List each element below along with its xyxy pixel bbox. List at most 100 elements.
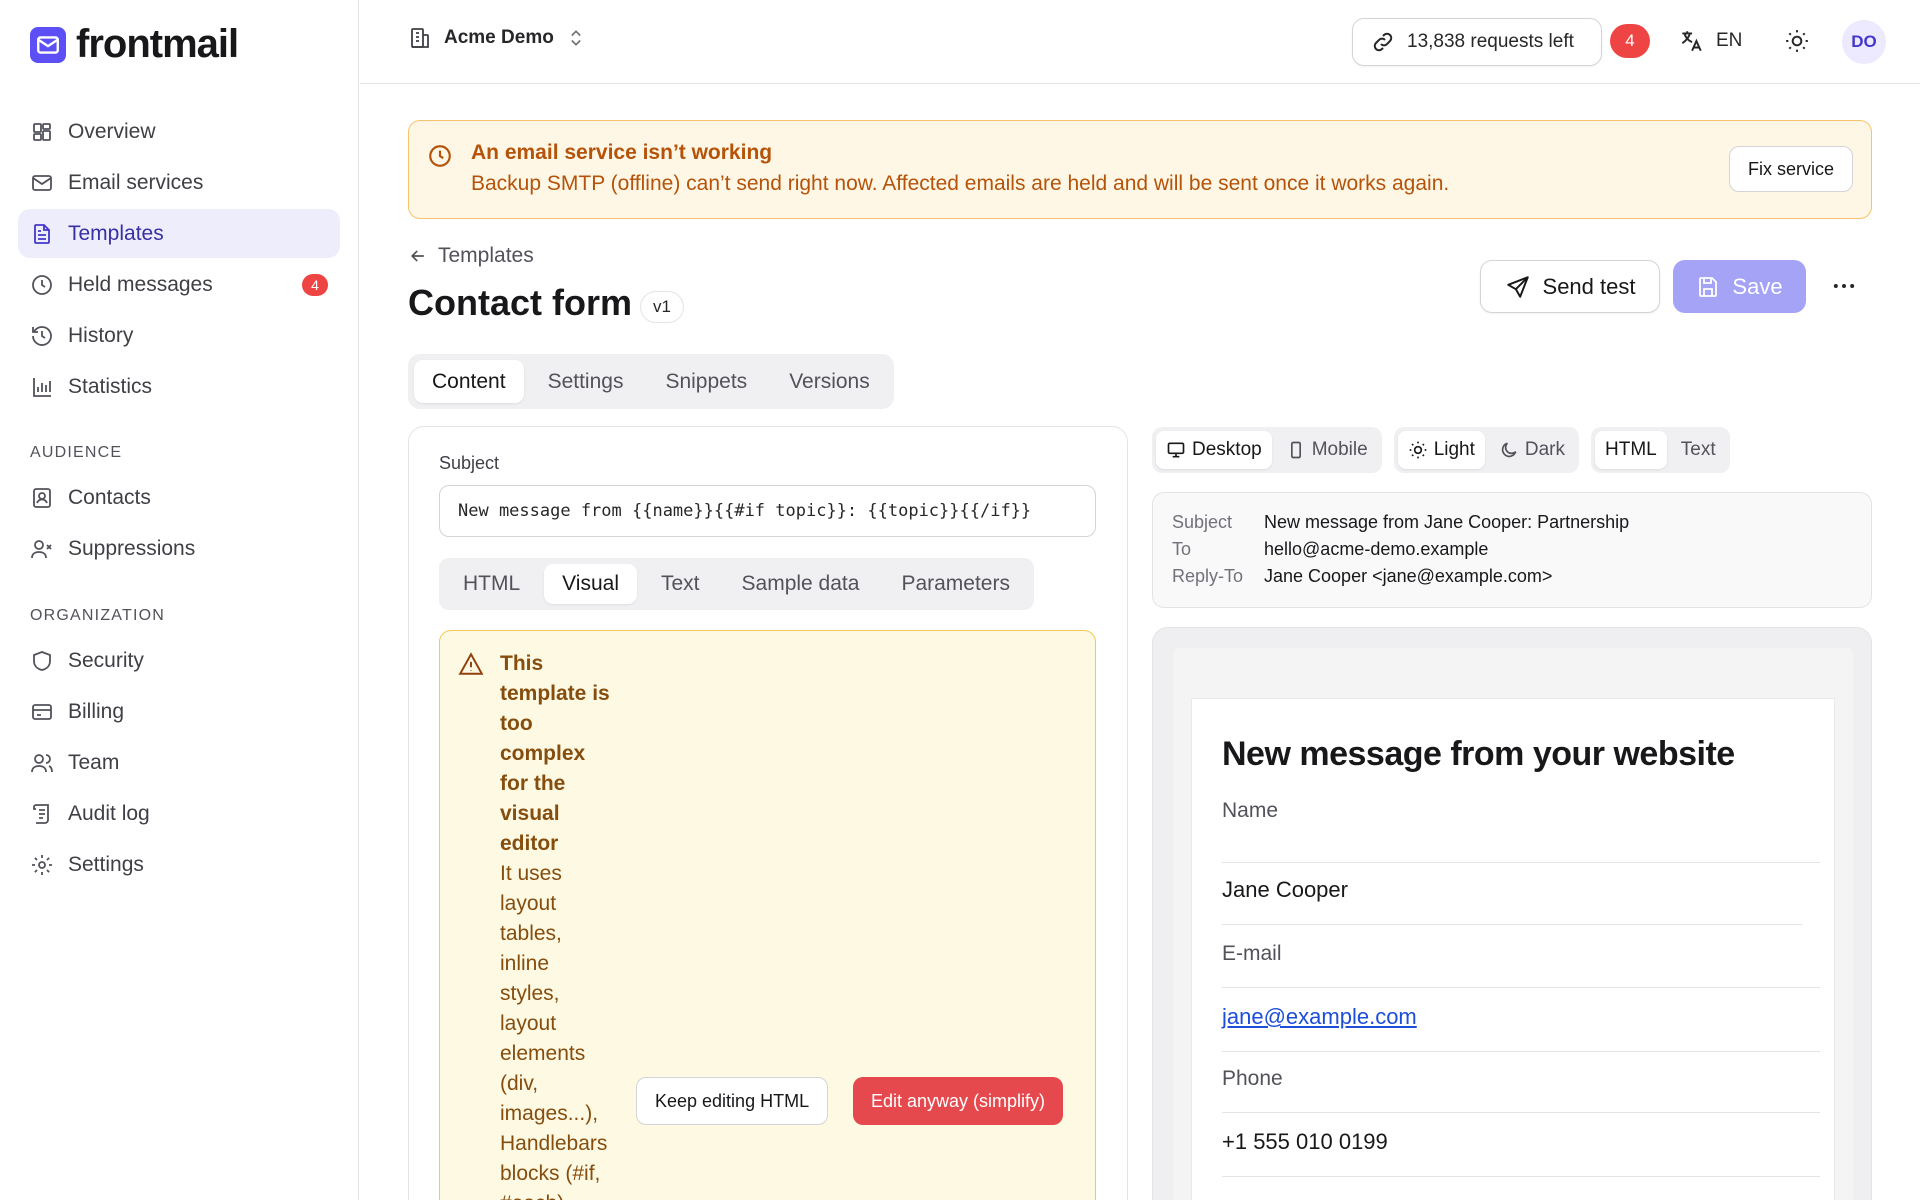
device-mobile-option[interactable]: Mobile	[1276, 431, 1378, 469]
theme-light-option[interactable]: Light	[1397, 431, 1485, 469]
back-link[interactable]: Templates	[408, 244, 534, 268]
device-toggle: Desktop Mobile	[1152, 427, 1382, 473]
email-body: New message from your website Name Jane …	[1191, 698, 1835, 1200]
requests-left-button[interactable]: 13,838 requests left	[1352, 18, 1602, 66]
back-link-label: Templates	[438, 244, 534, 267]
history-icon	[32, 325, 52, 346]
sidebar-item-security[interactable]: Security	[18, 636, 340, 685]
topbar: Acme Demo 13,838 requests left 4 EN DO	[360, 0, 1920, 84]
email-email-link[interactable]: jane@example.com	[1222, 1004, 1417, 1029]
warning-title: This template is too complex for the vis…	[500, 652, 610, 855]
main-nav: Overview Email services Templates Held m…	[18, 107, 340, 413]
tab-visual[interactable]: Visual	[544, 564, 637, 604]
save-button[interactable]: Save	[1673, 260, 1806, 313]
more-horizontal-icon	[1833, 284, 1855, 288]
theme-toggle[interactable]	[1784, 28, 1810, 54]
workspace-switcher[interactable]: Acme Demo	[408, 26, 586, 50]
meta-reply-row: Reply-To Jane Cooper <jane@example.com>	[1172, 566, 1552, 587]
contact-card-icon	[33, 487, 51, 508]
tab-content[interactable]: Content	[414, 360, 524, 403]
sidebar-item-contacts[interactable]: Contacts	[18, 473, 340, 522]
avatar[interactable]: DO	[1842, 20, 1886, 64]
sidebar: frontmail Overview Email services Templa…	[0, 0, 359, 1200]
meta-subject-value: New message from Jane Cooper: Partnershi…	[1264, 512, 1630, 532]
tab-settings[interactable]: Settings	[530, 360, 642, 403]
notification-badge[interactable]: 4	[1610, 24, 1650, 58]
email-phone-value: +1 555 010 0199	[1222, 1129, 1388, 1154]
alert-title: An email service isn’t working	[471, 141, 773, 164]
theme-dark-option[interactable]: Dark	[1489, 431, 1575, 469]
monitor-icon	[1167, 442, 1185, 458]
preview-toolbar: Desktop Mobile Light Dark HTML Text	[1152, 427, 1730, 473]
grid-icon	[33, 122, 51, 141]
email-heading: New message from your website	[1222, 735, 1735, 773]
email-canvas: New message from your website Name Jane …	[1173, 648, 1853, 1200]
device-desktop-option[interactable]: Desktop	[1156, 431, 1272, 469]
sidebar-item-billing[interactable]: Billing	[18, 687, 340, 736]
sidebar-item-statistics[interactable]: Statistics	[18, 362, 340, 411]
sidebar-item-email-services[interactable]: Email services	[18, 158, 340, 207]
sidebar-item-label: Overview	[68, 119, 156, 143]
format-toggle: HTML Text	[1591, 427, 1730, 473]
format-html-option[interactable]: HTML	[1595, 431, 1667, 469]
editor-mode-tabs: HTML Visual Text Sample data Parameters	[439, 558, 1034, 610]
sun-icon	[1786, 30, 1808, 52]
sidebar-item-label: Contacts	[68, 485, 151, 509]
mail-icon	[32, 174, 52, 191]
email-phone-label: Phone	[1222, 1067, 1283, 1090]
held-messages-badge: 4	[302, 274, 328, 296]
sidebar-item-history[interactable]: History	[18, 311, 340, 360]
email-meta: Subject New message from Jane Cooper: Pa…	[1152, 492, 1872, 608]
sidebar-item-suppressions[interactable]: Suppressions	[18, 524, 340, 573]
chevrons-up-down-icon	[571, 30, 581, 46]
brand-name: frontmail	[76, 22, 239, 66]
more-options-button[interactable]	[1830, 272, 1858, 300]
sidebar-item-templates[interactable]: Templates	[18, 209, 340, 258]
gear-icon	[32, 854, 52, 875]
mail-logo-icon	[30, 26, 66, 63]
sidebar-item-label: Suppressions	[68, 536, 196, 560]
sidebar-item-overview[interactable]: Overview	[18, 107, 340, 156]
edit-anyway-button[interactable]: Edit anyway (simplify)	[853, 1077, 1064, 1125]
organization-heading: ORGANIZATION	[30, 607, 165, 624]
tab-sample-data[interactable]: Sample data	[724, 564, 878, 604]
send-test-label: Send test	[1542, 273, 1636, 299]
sidebar-item-label: Settings	[68, 852, 144, 876]
brand-logo[interactable]: frontmail	[30, 22, 239, 67]
version-badge: v1	[640, 291, 684, 323]
format-text-option[interactable]: Text	[1671, 431, 1726, 469]
fix-service-button[interactable]: Fix service	[1728, 146, 1853, 192]
sidebar-item-settings[interactable]: Settings	[18, 840, 340, 889]
file-text-icon	[34, 223, 50, 244]
credit-card-icon	[32, 703, 52, 720]
subject-label: Subject	[439, 453, 500, 473]
tab-snippets[interactable]: Snippets	[647, 360, 765, 403]
sidebar-item-team[interactable]: Team	[18, 738, 340, 787]
email-email-value-row: jane@example.com	[1222, 1004, 1820, 1052]
tab-versions[interactable]: Versions	[771, 360, 888, 403]
users-icon	[31, 753, 53, 772]
tab-text[interactable]: Text	[643, 564, 718, 604]
clock-icon	[32, 274, 52, 295]
subject-input[interactable]: New message from {{name}}{{#if topic}}: …	[439, 485, 1096, 537]
sidebar-item-label: Team	[68, 750, 120, 774]
translate-icon	[1681, 31, 1702, 52]
bar-chart-icon	[33, 377, 51, 397]
send-test-button[interactable]: Send test	[1480, 260, 1660, 313]
smartphone-icon	[1290, 441, 1301, 459]
alert-text: Backup SMTP (offline) can’t send right n…	[471, 172, 1450, 195]
email-name-value-row: Jane Cooper	[1222, 877, 1802, 925]
moon-icon	[1501, 442, 1517, 458]
language-switcher[interactable]: EN	[1678, 28, 1742, 54]
tab-parameters[interactable]: Parameters	[883, 564, 1028, 604]
sidebar-item-audit-log[interactable]: Audit log	[18, 789, 340, 838]
meta-reply-key: Reply-To	[1172, 566, 1244, 586]
tab-html[interactable]: HTML	[445, 564, 538, 604]
email-phone-label-row: Phone	[1222, 1067, 1820, 1113]
keep-editing-html-button[interactable]: Keep editing HTML	[636, 1077, 829, 1125]
meta-to-value: hello@acme-demo.example	[1264, 539, 1489, 559]
organization-nav: ORGANIZATION Security Billing Team Audit…	[18, 596, 340, 891]
sidebar-item-held-messages[interactable]: Held messages 4	[18, 260, 340, 309]
building-icon	[411, 28, 429, 48]
warning-text: It uses layout tables, inline styles, la…	[500, 862, 608, 1200]
